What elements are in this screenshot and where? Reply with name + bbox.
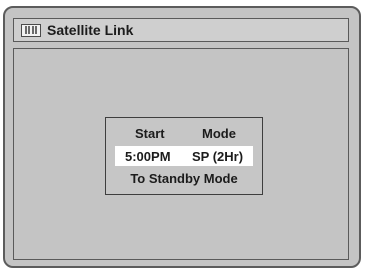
page-title: Satellite Link — [47, 22, 134, 38]
mode-label: Mode — [202, 125, 236, 141]
satellite-link-dialog: Start Mode 5:00PM SP (2Hr) To Standby Mo… — [105, 117, 263, 195]
start-time-value[interactable]: 5:00PM — [125, 149, 171, 164]
menu-bars-icon — [21, 23, 41, 37]
osd-screen: Satellite Link Start Mode 5:00PM SP (2Hr… — [3, 6, 361, 268]
content-panel: Start Mode 5:00PM SP (2Hr) To Standby Mo… — [13, 48, 349, 260]
record-mode-value[interactable]: SP (2Hr) — [192, 149, 243, 164]
standby-message: To Standby Mode — [130, 170, 238, 186]
title-bar: Satellite Link — [13, 18, 349, 42]
start-label: Start — [135, 125, 165, 141]
selected-values-row[interactable]: 5:00PM SP (2Hr) — [115, 146, 253, 166]
dialog-header-row: Start Mode — [106, 124, 262, 142]
